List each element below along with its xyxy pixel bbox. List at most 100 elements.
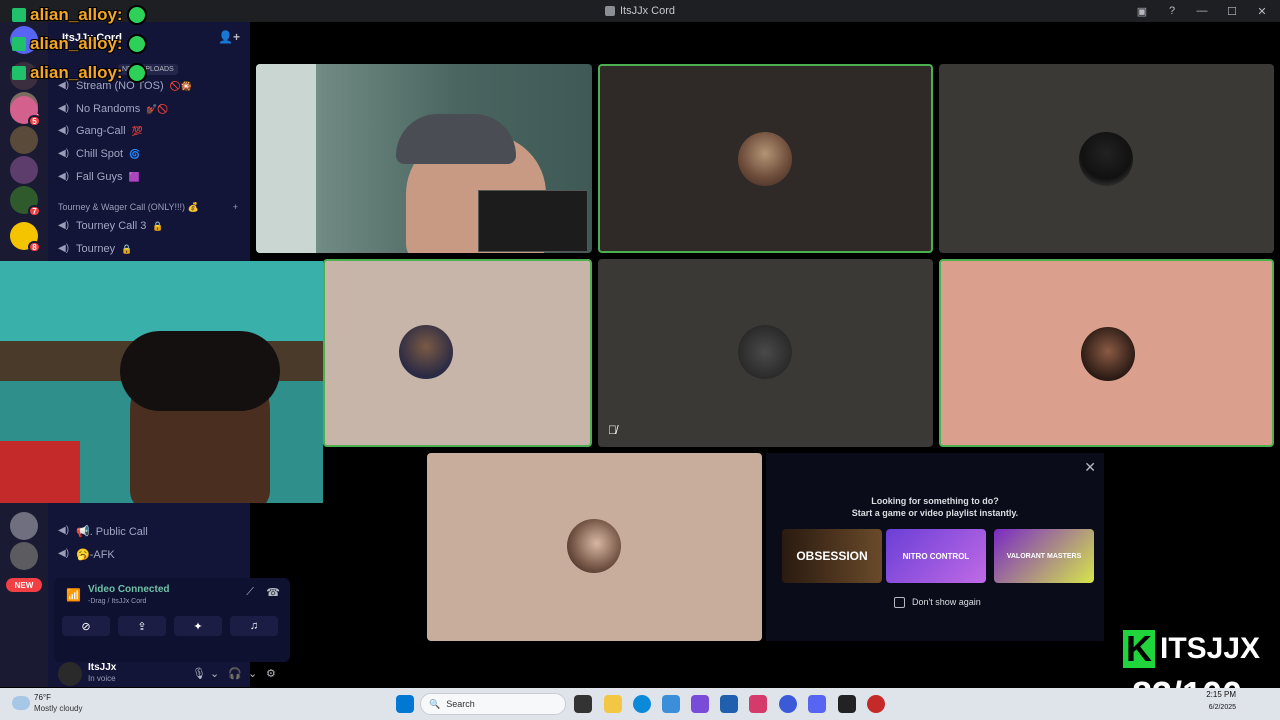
channel-public-call[interactable]: ◀) 📢. Public Call	[58, 522, 148, 540]
user-status: In voice	[88, 674, 116, 683]
app-icon[interactable]	[779, 695, 797, 713]
search-icon: 🔍	[429, 698, 441, 709]
activity-card[interactable]: NITRO CONTROL	[886, 529, 986, 583]
file-explorer-icon[interactable]	[604, 695, 622, 713]
activity-card-label: NITRO CONTROL	[902, 551, 970, 561]
maximize-button[interactable]: ☐	[1224, 3, 1240, 19]
overlay-text: alian_alloy:	[30, 63, 123, 82]
epic-games-icon[interactable]	[838, 695, 856, 713]
overlay-chat-name: alian_alloy:	[12, 5, 147, 25]
windows-start-icon[interactable]	[396, 695, 414, 713]
edge-icon[interactable]	[633, 695, 651, 713]
voice-status[interactable]: Video Connected	[88, 584, 170, 595]
lock-icon: 🔒	[152, 220, 164, 231]
weather-status[interactable]: Mostly cloudy	[34, 704, 82, 713]
door-shape	[256, 64, 316, 253]
video-tile-speaking[interactable]	[598, 64, 933, 253]
app-icon[interactable]	[662, 695, 680, 713]
minimize-button[interactable]: —	[1194, 3, 1210, 19]
channel-label: No Randoms	[76, 103, 141, 115]
channel-gang-call[interactable]: ◀) Gang-Call 💯	[58, 122, 143, 140]
video-tile[interactable]	[939, 64, 1274, 253]
channel-fall-guys[interactable]: ◀) Fall Guys 🟪	[58, 168, 140, 186]
weather-temp[interactable]: 76°F	[34, 693, 51, 702]
channel-emoji: 💯	[131, 125, 143, 136]
video-tile[interactable]	[427, 453, 762, 641]
cap-shape	[396, 114, 516, 164]
channel-emoji: 🚫🎇	[169, 80, 193, 91]
help-icon[interactable]: ?	[1164, 3, 1180, 19]
server-icon[interactable]	[10, 156, 38, 184]
dont-show-checkbox[interactable]	[894, 597, 905, 608]
screen-preview	[478, 190, 588, 252]
app-icon[interactable]	[867, 695, 885, 713]
avatar[interactable]	[58, 662, 82, 686]
clock-date[interactable]: 6/2/2025	[1209, 704, 1236, 711]
brand-k: K	[1120, 627, 1158, 671]
soundboard-button[interactable]: ♫	[230, 616, 278, 636]
overlay-chat-name: alian_alloy:	[12, 34, 147, 54]
activity-card[interactable]: OBSESSION	[782, 529, 882, 583]
activities-button[interactable]: ✦	[174, 616, 222, 636]
close-icon[interactable]: ✕	[1084, 459, 1096, 476]
speaker-icon: ◀)	[58, 243, 70, 254]
channel-chill-spot[interactable]: ◀) Chill Spot 🌀	[58, 145, 140, 163]
activity-card[interactable]: VALORANT MASTERS	[994, 529, 1094, 583]
overlay-icon	[12, 8, 26, 22]
brand-logo: K ITSJJX	[1120, 626, 1276, 672]
disconnect-icon[interactable]: ☎	[266, 586, 280, 599]
channel-no-randoms[interactable]: ◀) No Randoms 💅🏿🚫	[58, 100, 169, 118]
add-member-icon[interactable]: 👤+	[218, 30, 240, 44]
microphone-icon[interactable]: 🎙	[192, 667, 206, 680]
app-icon[interactable]	[691, 695, 709, 713]
channel-tourney-call-3[interactable]: ◀) Tourney Call 3 🔒	[58, 217, 164, 235]
inbox-icon[interactable]: ▣	[1134, 3, 1150, 19]
video-tile-speaking[interactable]	[939, 259, 1274, 447]
dont-show-label[interactable]: Don't show again	[912, 597, 981, 607]
store-icon[interactable]	[720, 695, 738, 713]
speaker-icon: ◀)	[58, 548, 70, 559]
video-tile[interactable]: 🎙̸	[598, 259, 933, 447]
headphones-icon[interactable]: 🎧	[228, 667, 242, 680]
discord-icon[interactable]	[808, 695, 826, 713]
voice-channel-path[interactable]: -Drag / ItsJJx Cord	[88, 598, 146, 605]
channel-label: 🥱-AFK	[76, 548, 115, 561]
avatar	[567, 519, 621, 573]
new-pill[interactable]: NEW	[6, 578, 42, 592]
channel-label: Tourney	[76, 243, 116, 255]
screen-share-button[interactable]: ⇪	[118, 616, 166, 636]
cloud-icon[interactable]	[12, 696, 30, 710]
category-tourney[interactable]: Tourney & Wager Call (ONLY!!!) 💰 +	[58, 202, 238, 213]
chevron-down-icon[interactable]: ⌄	[248, 667, 257, 680]
app-icon	[604, 6, 615, 16]
noise-suppression-icon[interactable]: ⟋	[246, 586, 254, 599]
server-icon[interactable]	[10, 126, 38, 154]
close-button[interactable]: ✕	[1254, 3, 1270, 19]
plus-icon[interactable]: +	[233, 202, 238, 213]
task-view-icon[interactable]	[574, 695, 592, 713]
clock-time[interactable]: 2:15 PM	[1206, 690, 1236, 699]
speaker-icon: ◀)	[58, 125, 70, 136]
channel-label: Gang-Call	[76, 125, 126, 137]
video-tile-camera[interactable]	[256, 64, 592, 253]
taskbar-search[interactable]: 🔍 Search	[420, 693, 566, 715]
server-icon[interactable]	[10, 542, 38, 570]
speaker-icon: ◀)	[58, 103, 70, 114]
alien-icon	[126, 34, 147, 54]
channel-label: Fall Guys	[76, 171, 123, 183]
channel-afk[interactable]: ◀) 🥱-AFK	[58, 545, 115, 563]
speaker-icon: ◀)	[58, 525, 70, 536]
gear-icon[interactable]: ⚙	[266, 667, 276, 680]
server-icon[interactable]: 5	[10, 96, 41, 127]
discord-window: ItsJJx Cord ▣ ? — ☐ ✕ 15 5 7 8 NEW ItsJJ…	[0, 0, 1280, 720]
chevron-down-icon[interactable]: ⌄	[210, 667, 219, 680]
camera-button[interactable]: ⊘	[62, 616, 110, 636]
channel-tourney[interactable]: ◀) Tourney 🔒	[58, 240, 132, 258]
username[interactable]: ItsJJx	[88, 662, 116, 673]
app-icon[interactable]	[749, 695, 767, 713]
server-icon[interactable]	[10, 512, 38, 540]
server-icon[interactable]: 7	[10, 186, 41, 217]
signal-icon[interactable]: 📶	[66, 588, 81, 602]
video-tile-speaking[interactable]	[323, 259, 592, 447]
server-icon[interactable]: 8	[10, 222, 41, 253]
